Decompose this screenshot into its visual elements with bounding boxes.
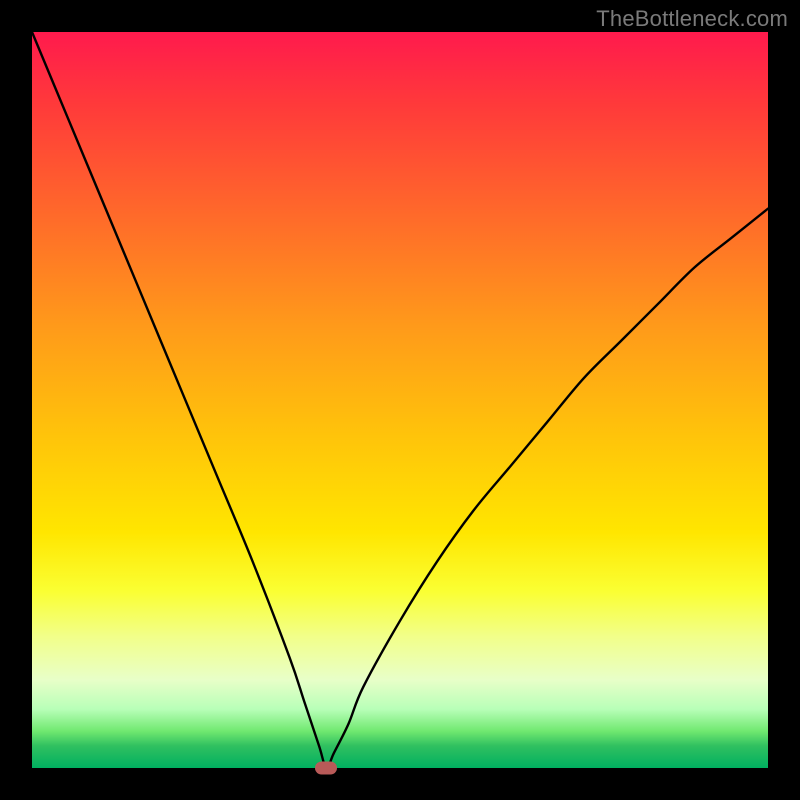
bottleneck-curve (32, 32, 768, 768)
plot-area (32, 32, 768, 768)
watermark-text: TheBottleneck.com (596, 6, 788, 32)
optimum-marker (315, 762, 337, 775)
chart-frame: TheBottleneck.com (0, 0, 800, 800)
